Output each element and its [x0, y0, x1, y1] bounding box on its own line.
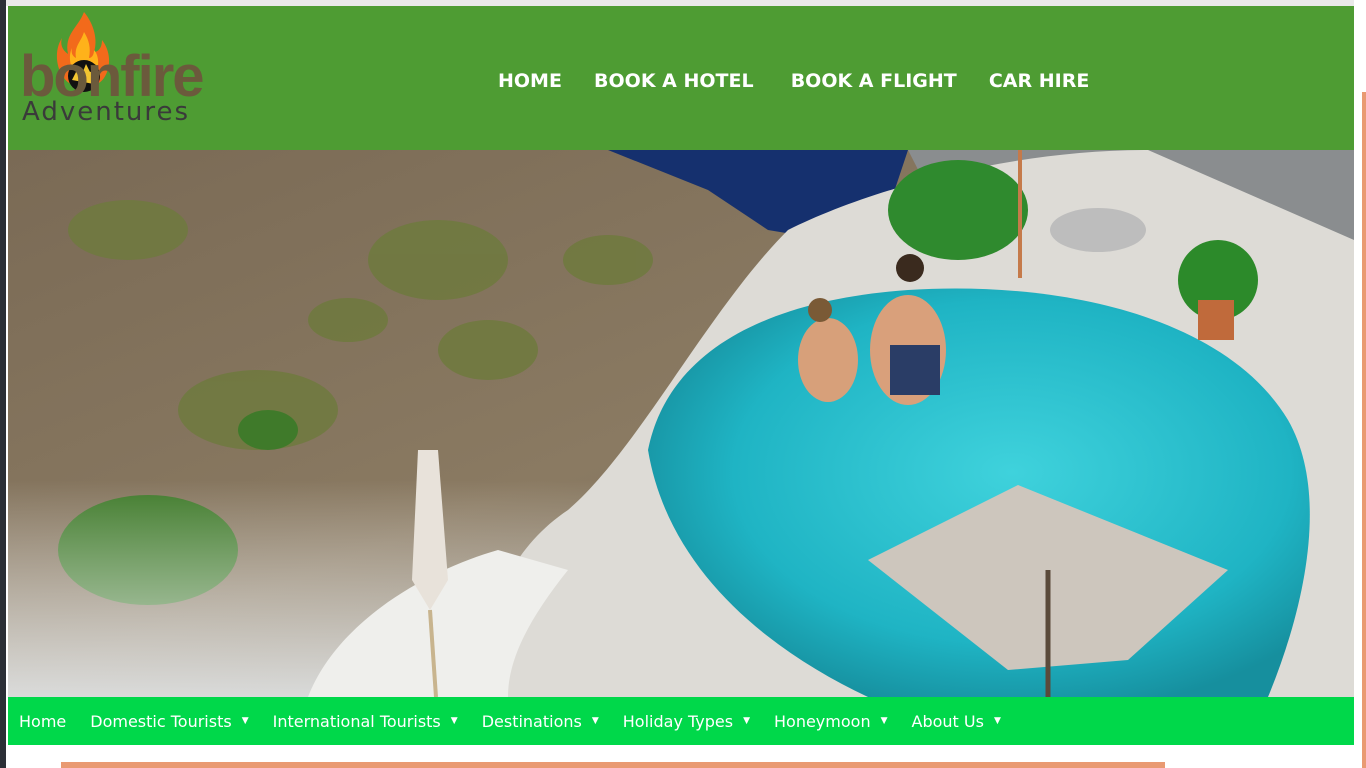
menu-item-label: Domestic Tourists: [90, 711, 232, 731]
menu-item-label: International Tourists: [272, 711, 441, 731]
menu-item-honeymoon[interactable]: Honeymoon ▼: [774, 712, 888, 731]
caret-down-icon: ▼: [241, 716, 249, 726]
main-menu-bar: Home Domestic Tourists ▼ International T…: [8, 697, 1354, 745]
caret-down-icon: ▼: [591, 716, 599, 726]
nav-home[interactable]: HOME: [498, 66, 562, 96]
menu-item-destinations[interactable]: Destinations ▼: [482, 712, 599, 731]
menu-item-label: Holiday Types: [622, 711, 734, 731]
menu-item-domestic-tourists[interactable]: Domestic Tourists ▼: [90, 712, 248, 731]
menu-item-about-us[interactable]: About Us ▼: [912, 712, 1001, 731]
hero-image: [8, 150, 1354, 697]
menu-item-international-tourists[interactable]: International Tourists ▼: [273, 712, 458, 731]
logo-subtitle: Adventures: [22, 97, 191, 127]
nav-car-hire[interactable]: CAR HIRE: [989, 66, 1089, 96]
caret-down-icon: ▼: [880, 716, 888, 726]
content-top-border: [61, 762, 1165, 768]
caret-down-icon: ▼: [993, 716, 1001, 726]
menu-item-holiday-types[interactable]: Holiday Types ▼: [623, 712, 750, 731]
menu-item-label: Destinations: [481, 711, 582, 731]
site-logo[interactable]: bonfire Adventures: [20, 10, 260, 134]
menu-item-label: Home: [19, 711, 67, 731]
nav-book-a-hotel[interactable]: BOOK A HOTEL: [594, 66, 754, 96]
caret-down-icon: ▼: [450, 716, 458, 726]
window-left-edge: [0, 0, 6, 768]
scrollbar[interactable]: [1362, 92, 1366, 768]
caret-down-icon: ▼: [743, 716, 750, 726]
top-navigation: HOME BOOK A HOTEL BOOK A FLIGHT CAR HIRE: [498, 66, 1116, 96]
menu-item-home[interactable]: Home: [19, 712, 66, 731]
menu-item-label: About Us: [911, 711, 984, 731]
hero-banner: [8, 150, 1354, 697]
nav-book-a-flight[interactable]: BOOK A FLIGHT: [791, 66, 957, 96]
menu-item-label: Honeymoon: [774, 711, 871, 731]
site-header: bonfire Adventures HOME BOOK A HOTEL BOO…: [8, 6, 1354, 150]
